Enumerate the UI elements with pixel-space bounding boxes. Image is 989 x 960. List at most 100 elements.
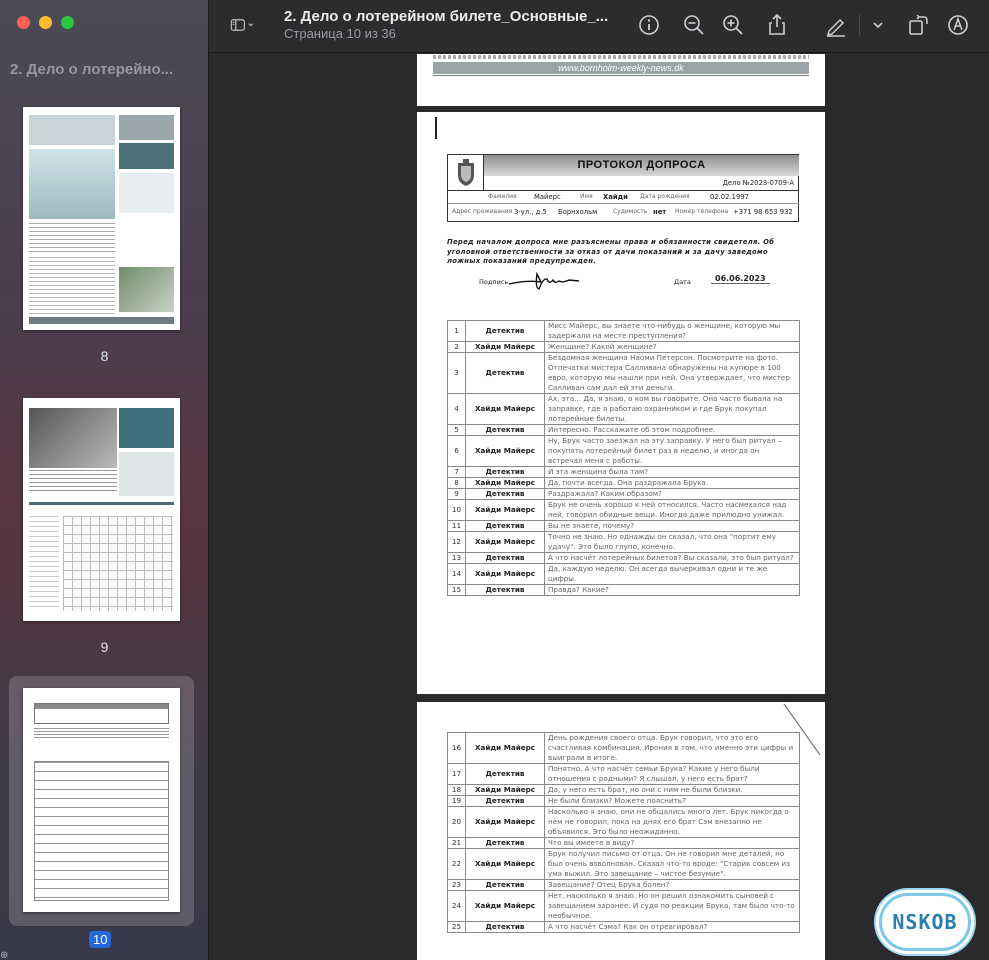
sidebar-title: 2. Дело о лотерейно... xyxy=(10,61,174,78)
speaker: Детектив xyxy=(465,352,545,394)
chevron-down-icon[interactable] xyxy=(865,12,883,38)
record-value: нет xyxy=(653,208,667,216)
row-number: 6 xyxy=(447,435,466,467)
table-row: 24 Хайди Майерс Нет, насколько я знаю. Но … xyxy=(447,890,800,922)
signature-image xyxy=(507,270,582,292)
date-value: 06.06.2023 xyxy=(711,274,770,284)
table-row: 16 Хайди Майерс День рождения своего отца.… xyxy=(447,732,800,764)
date-label: Дата xyxy=(674,278,691,286)
statement: Правда? Какие? xyxy=(544,584,800,596)
statement: Точно не знаю. Но однажды он сказал, что… xyxy=(544,531,800,553)
row-number: 8 xyxy=(447,477,466,489)
statement: Раздражала? Каким образом? xyxy=(544,488,800,500)
info-icon[interactable] xyxy=(636,12,662,38)
table-row: 8 Хайди Майерс Да, почти всегда. Она раздр… xyxy=(447,477,800,489)
table-row: 10 Хайди Майерс Брук не очень хорошо к ней… xyxy=(447,499,800,521)
zoom-out-icon[interactable] xyxy=(681,12,707,38)
zoom-window-button[interactable] xyxy=(61,16,74,29)
table-row: 22 Хайди Майерс Брук получил письмо от отц… xyxy=(447,848,800,880)
statement: Брук получил письмо от отца. Он не говор… xyxy=(544,848,800,880)
row-number: 25 xyxy=(447,921,466,933)
rotate-icon[interactable] xyxy=(905,12,931,38)
annotate-icon[interactable] xyxy=(945,12,971,38)
table-row: 17 Детектив Понятно. А что насчёт семьи Бр… xyxy=(447,763,800,785)
thumbnail-label-9: 9 xyxy=(100,639,109,655)
table-row: 21 Детектив Что вы имеете в виду? xyxy=(447,837,800,849)
table-row: 7 Детектив И эта женщина была там? xyxy=(447,466,800,478)
statement: Брук не очень хорошо к ней относился. Ча… xyxy=(544,499,800,521)
thumbnail-page-10[interactable] xyxy=(23,688,180,912)
speaker: Хайди Майерс xyxy=(465,341,545,353)
speaker: Хайди Майерс xyxy=(465,531,545,553)
table-row: 6 Хайди Майерс Ну, Брук часто заезжал на э… xyxy=(447,435,800,467)
table-row: 15 Детектив Правда? Какие? xyxy=(447,584,800,596)
thumb-photo xyxy=(29,149,115,219)
speaker: Детектив xyxy=(465,795,545,807)
thumbnail-page-8[interactable] xyxy=(23,107,180,330)
statement: Завещание? Отец Брука болен? xyxy=(544,879,800,891)
row-number: 11 xyxy=(447,520,466,532)
page-11: 16 Хайди Майерс День рождения своего отца.… xyxy=(417,702,825,960)
speaker: Детектив xyxy=(465,921,545,933)
speaker: Детектив xyxy=(465,584,545,596)
thumb-photo xyxy=(29,408,117,468)
sidebar-toggle-button[interactable] xyxy=(230,12,270,38)
statement: Интересно. Расскажите об этом подробнее. xyxy=(544,424,800,436)
row-number: 12 xyxy=(447,531,466,553)
table-row: 14 Хайди Майерс Да, каждую неделю. Он всег… xyxy=(447,563,800,585)
address-label: Адрес проживания xyxy=(452,208,513,215)
statement: Вы не знаете, почему? xyxy=(544,520,800,532)
table-row: 5 Детектив Интересно. Расскажите об этом п… xyxy=(447,424,800,436)
row-number: 23 xyxy=(447,879,466,891)
statement: Ну, Брук часто заезжал на эту заправку. … xyxy=(544,435,800,467)
city-value: Борнхольм xyxy=(558,208,598,216)
toolbar-divider xyxy=(859,14,860,36)
speaker: Детектив xyxy=(465,488,545,500)
minimize-window-button[interactable] xyxy=(39,16,52,29)
speaker: Хайди Майерс xyxy=(465,784,545,796)
row-number: 24 xyxy=(447,890,466,922)
page-9-bottom: www.bornholm-weekly-news.dk xyxy=(417,54,825,106)
thumb-table xyxy=(34,761,169,901)
table-row: 13 Детектив А что насчёт лотерейных билето… xyxy=(447,552,800,564)
speaker: Хайди Майерс xyxy=(465,435,545,467)
speaker: Хайди Майерс xyxy=(465,848,545,880)
table-row: 4 Хайди Майерс Ах, эта... Да, я знаю, о ко… xyxy=(447,393,800,425)
thumbnail-label-8: 8 xyxy=(100,348,109,364)
statement: День рождения своего отца. Брук говорил,… xyxy=(544,732,800,764)
statement: Да, каждую неделю. Он всегда вычеркивал … xyxy=(544,563,800,585)
form-title: ПРОТОКОЛ ДОПРОСА xyxy=(484,155,799,176)
dob-label: Дата рождения xyxy=(640,193,690,200)
speaker: Детектив xyxy=(465,520,545,532)
row-number: 19 xyxy=(447,795,466,807)
zoom-in-icon[interactable] xyxy=(720,12,746,38)
address-value: 3-ул., д.5 xyxy=(514,208,547,216)
thumbnail-sidebar: 2. Дело о лотерейно... 8 9 10 xyxy=(0,0,209,960)
notice-text: Перед началом допроса мне разъяснены пра… xyxy=(447,238,775,265)
add-page-icon[interactable]: ⊕ xyxy=(0,950,12,960)
speaker: Детектив xyxy=(465,879,545,891)
row-number: 3 xyxy=(447,352,466,394)
statement: Мисс Майерс, вы знаете что-нибудь о женщ… xyxy=(544,320,800,342)
case-number: Дело №2023-0709-А xyxy=(722,179,794,187)
speaker: Хайди Майерс xyxy=(465,890,545,922)
row-number: 7 xyxy=(447,466,466,478)
statement: А что насчёт Сэма? Как он отреагировал? xyxy=(544,921,800,933)
row-number: 21 xyxy=(447,837,466,849)
row-number: 13 xyxy=(447,552,466,564)
row-number: 2 xyxy=(447,341,466,353)
document-canvas[interactable]: www.bornholm-weekly-news.dk ПРОТОКОЛ ДОП… xyxy=(210,54,989,960)
statement: И эта женщина была там? xyxy=(544,466,800,478)
row-number: 20 xyxy=(447,806,466,838)
signature-label: Подпись xyxy=(479,278,509,286)
statement: Да, у него есть брат, но они с ним не бы… xyxy=(544,784,800,796)
row-number: 9 xyxy=(447,488,466,500)
row-number: 22 xyxy=(447,848,466,880)
share-icon[interactable] xyxy=(764,12,790,38)
thumbnail-page-9[interactable] xyxy=(23,398,180,621)
markup-pen-icon[interactable] xyxy=(823,12,849,38)
surname-value: Майерс xyxy=(534,193,561,201)
table-row: 23 Детектив Завещание? Отец Брука болен? xyxy=(447,879,800,891)
close-window-button[interactable] xyxy=(17,16,30,29)
thumb-headline xyxy=(29,115,115,145)
